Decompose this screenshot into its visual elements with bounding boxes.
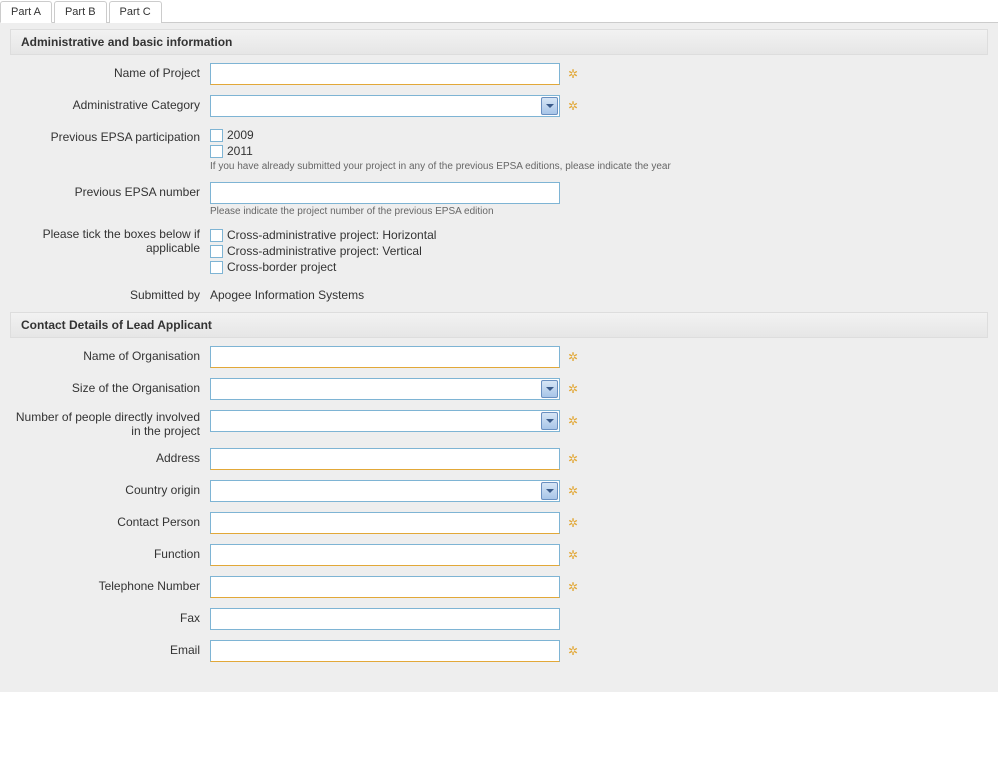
required-icon: ✲: [568, 580, 578, 594]
input-address[interactable]: [210, 448, 560, 470]
checkbox-2011[interactable]: [210, 145, 223, 158]
label-fax: Fax: [10, 608, 210, 625]
label-org-name: Name of Organisation: [10, 346, 210, 363]
label-name-of-project: Name of Project: [10, 63, 210, 80]
input-org-name[interactable]: [210, 346, 560, 368]
required-icon: ✲: [568, 516, 578, 530]
checkbox-cross-border[interactable]: [210, 261, 223, 274]
label-org-size: Size of the Organisation: [10, 378, 210, 395]
section-contact-header: Contact Details of Lead Applicant: [10, 312, 988, 338]
label-admin-category: Administrative Category: [10, 95, 210, 112]
checkbox-cross-horizontal[interactable]: [210, 229, 223, 242]
tab-part-a[interactable]: Part A: [0, 1, 52, 23]
tabs-bar: Part A Part B Part C: [0, 0, 998, 23]
required-icon: ✲: [568, 548, 578, 562]
required-icon: ✲: [568, 452, 578, 466]
required-icon: ✲: [568, 484, 578, 498]
input-fax[interactable]: [210, 608, 560, 630]
input-telephone[interactable]: [210, 576, 560, 598]
label-country: Country origin: [10, 480, 210, 497]
input-name-of-project[interactable]: [210, 63, 560, 85]
select-country[interactable]: [210, 480, 560, 502]
label-tick-boxes: Please tick the boxes below if applicabl…: [10, 227, 210, 255]
checkbox-cross-vertical[interactable]: [210, 245, 223, 258]
checkbox-cross-horizontal-label: Cross-administrative project: Horizontal: [227, 228, 436, 242]
input-email[interactable]: [210, 640, 560, 662]
checkbox-2009[interactable]: [210, 129, 223, 142]
required-icon: ✲: [568, 382, 578, 396]
label-address: Address: [10, 448, 210, 465]
checkbox-2009-label: 2009: [227, 128, 254, 142]
select-org-size[interactable]: [210, 378, 560, 400]
input-function[interactable]: [210, 544, 560, 566]
label-email: Email: [10, 640, 210, 657]
section-admin-header: Administrative and basic information: [10, 29, 988, 55]
helper-prev-participation: If you have already submitted your proje…: [210, 161, 671, 172]
checkbox-cross-vertical-label: Cross-administrative project: Vertical: [227, 244, 422, 258]
form-area: Administrative and basic information Nam…: [0, 23, 998, 692]
required-icon: ✲: [568, 67, 578, 81]
value-submitted-by: Apogee Information Systems: [210, 285, 364, 302]
select-admin-category[interactable]: [210, 95, 560, 117]
label-prev-participation: Previous EPSA participation: [10, 127, 210, 144]
required-icon: ✲: [568, 350, 578, 364]
select-people-involved[interactable]: [210, 410, 560, 432]
tab-part-c[interactable]: Part C: [109, 1, 162, 23]
tab-part-b[interactable]: Part B: [54, 1, 107, 23]
helper-prev-epsa-number: Please indicate the project number of th…: [210, 206, 560, 217]
input-contact-person[interactable]: [210, 512, 560, 534]
label-function: Function: [10, 544, 210, 561]
label-telephone: Telephone Number: [10, 576, 210, 593]
required-icon: ✲: [568, 99, 578, 113]
checkbox-2011-label: 2011: [227, 144, 253, 158]
input-prev-epsa-number[interactable]: [210, 182, 560, 204]
label-people-involved: Number of people directly involved in th…: [10, 410, 210, 438]
required-icon: ✲: [568, 414, 578, 428]
checkbox-cross-border-label: Cross-border project: [227, 260, 336, 274]
required-icon: ✲: [568, 644, 578, 658]
label-contact-person: Contact Person: [10, 512, 210, 529]
label-submitted-by: Submitted by: [10, 285, 210, 302]
label-prev-epsa-number: Previous EPSA number: [10, 182, 210, 199]
